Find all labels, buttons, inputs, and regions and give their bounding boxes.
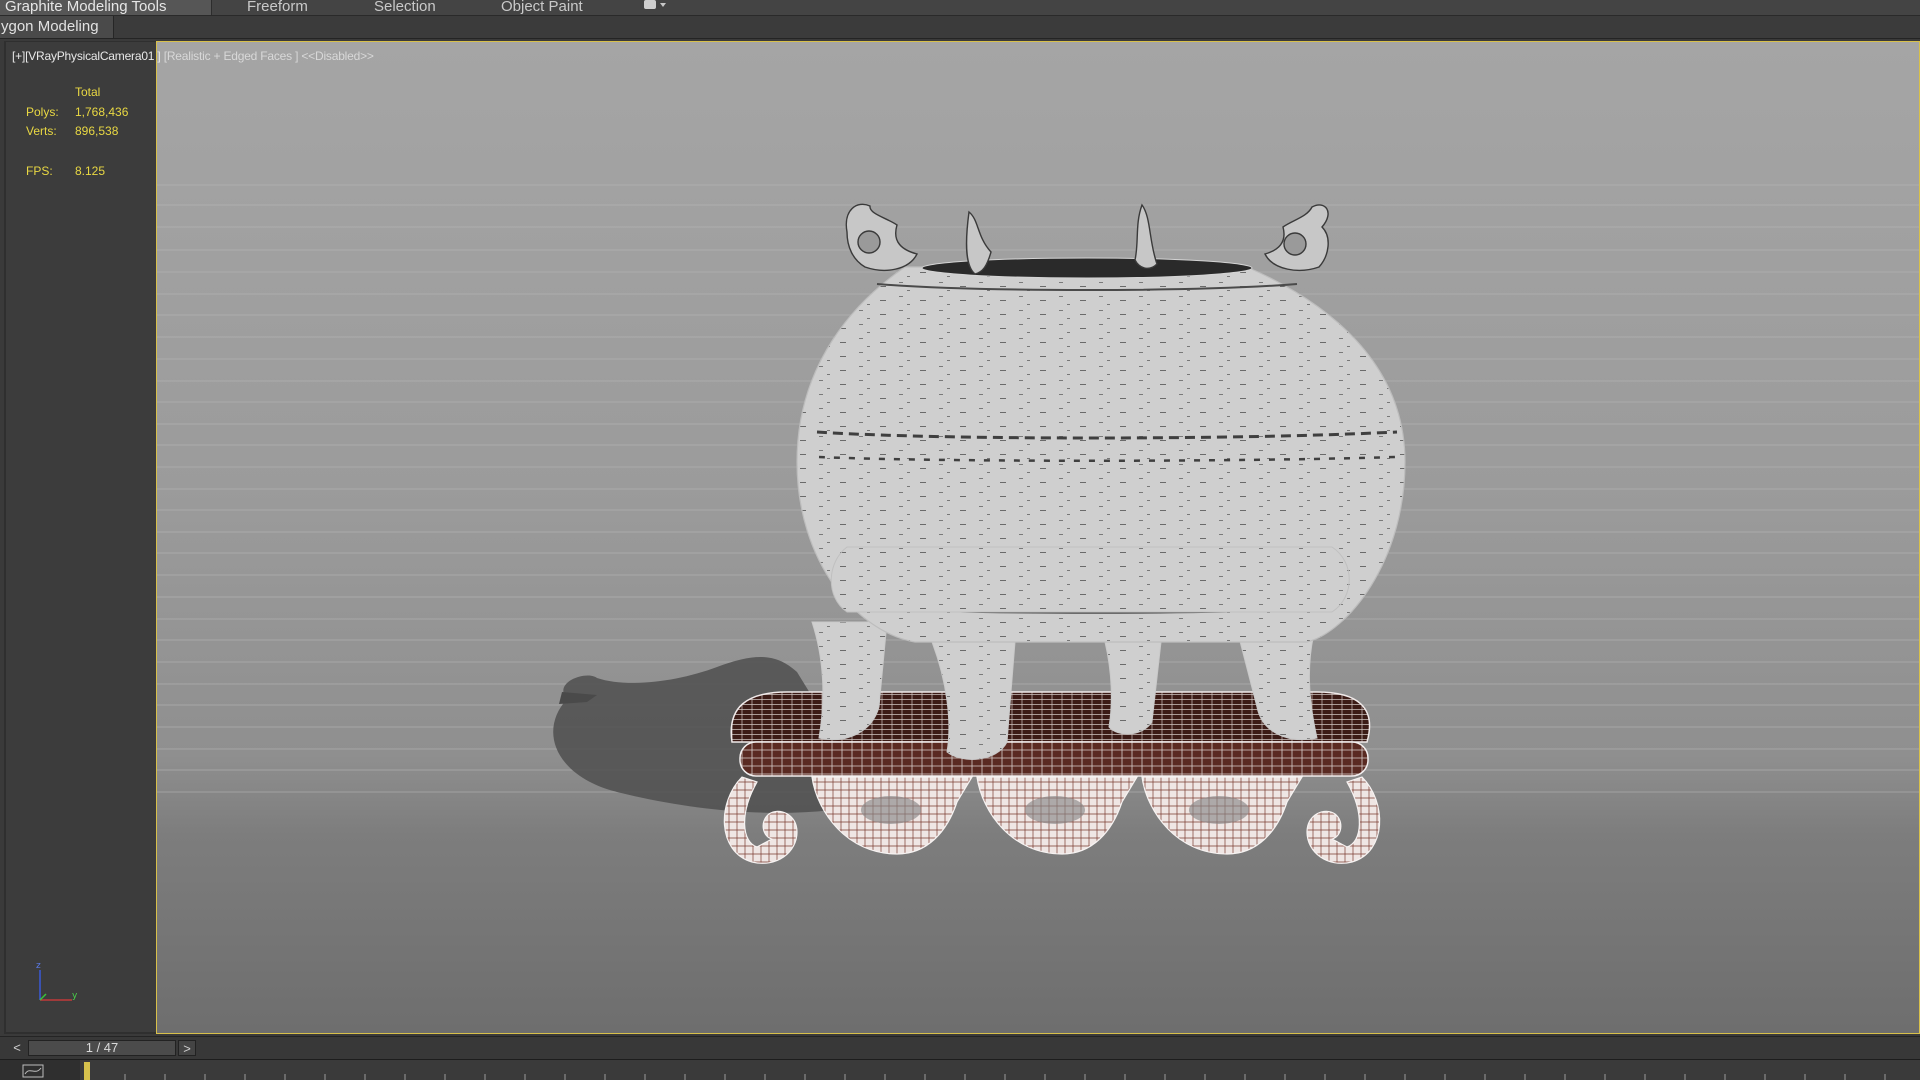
viewport-disabled-state: <<Disabled>> bbox=[301, 49, 374, 63]
axis-z-label: z bbox=[36, 961, 41, 971]
camera-viewport[interactable] bbox=[156, 41, 1920, 1034]
viewport-general-menu[interactable]: [+] bbox=[12, 49, 25, 63]
curve-editor-icon[interactable] bbox=[22, 1064, 44, 1078]
dropdown-toggle-icon bbox=[644, 0, 656, 9]
frame-ticks bbox=[124, 1074, 1886, 1080]
viewport-camera-menu[interactable]: [VRayPhysicalCamera01 ] bbox=[25, 49, 161, 63]
time-slider-prev-button[interactable]: < bbox=[8, 1040, 26, 1056]
panel-polygon-modeling[interactable]: ygon Modeling bbox=[0, 16, 114, 38]
time-slider-bar bbox=[0, 1036, 1920, 1059]
tab-object-paint[interactable]: Object Paint bbox=[501, 0, 583, 15]
stats-fps-label: FPS: bbox=[26, 164, 53, 178]
axis-y-label: y bbox=[72, 991, 78, 1001]
scene-render bbox=[157, 184, 1919, 864]
stats-verts-label: Verts: bbox=[26, 124, 57, 138]
time-slider-next-button[interactable]: > bbox=[178, 1040, 196, 1056]
stats-polys-label: Polys: bbox=[26, 105, 59, 119]
ribbon-panel-row: ygon Modeling bbox=[0, 16, 1920, 39]
viewport-label-menu[interactable]: [+][VRayPhysicalCamera01 ] [Realistic + … bbox=[12, 49, 374, 63]
max-window: Graphite Modeling Tools Freeform Selecti… bbox=[0, 0, 1920, 1080]
axis-tripod-icon: z y bbox=[36, 961, 78, 1001]
tab-selection[interactable]: Selection bbox=[374, 0, 436, 15]
time-slider[interactable]: 1 / 47 bbox=[28, 1040, 176, 1056]
viewport-shading-menu[interactable]: [Realistic + Edged Faces ] bbox=[164, 49, 299, 63]
stats-fps-value: 8.125 bbox=[75, 164, 106, 178]
censer-body bbox=[796, 257, 1406, 643]
chevron-down-icon bbox=[660, 3, 666, 7]
ribbon-tab-bar: Graphite Modeling Tools Freeform Selecti… bbox=[0, 0, 1920, 16]
ribbon-options-dropdown[interactable] bbox=[642, 0, 672, 12]
time-slider-playhead[interactable] bbox=[84, 1062, 90, 1080]
stats-verts-value: 896,538 bbox=[75, 124, 119, 138]
tab-freeform[interactable]: Freeform bbox=[247, 0, 308, 15]
tab-graphite-modeling-tools[interactable]: Graphite Modeling Tools bbox=[0, 0, 212, 15]
statistics-panel bbox=[6, 42, 156, 1032]
track-bar-ruler[interactable] bbox=[80, 1060, 1920, 1080]
stats-total-header: Total bbox=[75, 85, 101, 99]
stats-polys-value: 1,768,436 bbox=[75, 105, 129, 119]
